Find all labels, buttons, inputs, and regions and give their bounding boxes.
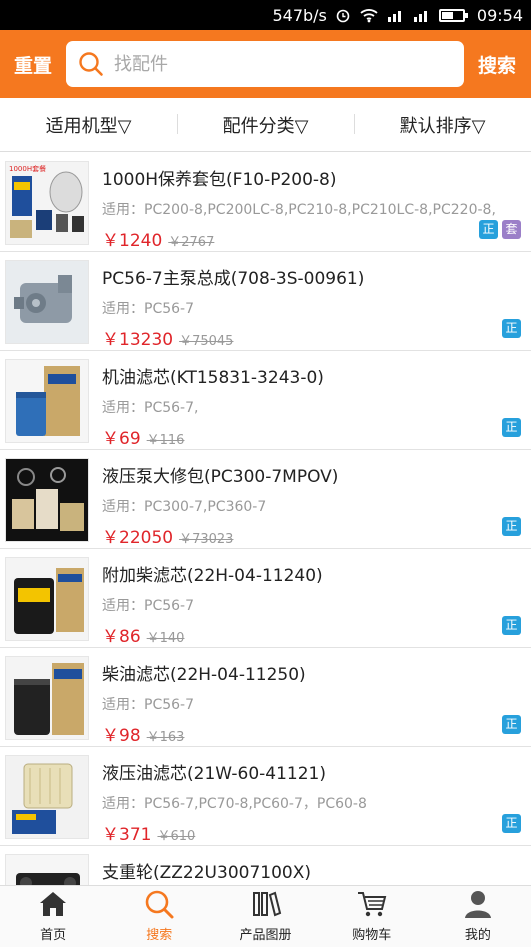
nav-home-label: 首页 (40, 928, 67, 943)
product-fitment: 适用：PC200-8,PC200LC-8,PC210-8,PC210LC-8,P… (102, 202, 496, 218)
product-item[interactable]: PC56-7主泵总成(708-3S-00961) 适用：PC56-7 ￥1323… (0, 252, 531, 351)
nav-catalog-label: 产品图册 (239, 928, 292, 943)
search-box[interactable] (66, 41, 464, 87)
product-image (5, 854, 89, 885)
product-title: PC56-7主泵总成(708-3S-00961) (102, 269, 365, 289)
product-image: 1000H套餐 (5, 161, 89, 245)
nav-catalog[interactable]: 产品图册 (212, 886, 318, 947)
genuine-badge: 正 (502, 715, 521, 734)
nav-search-label: 搜索 (146, 928, 173, 943)
product-title: 附加柴滤芯(22H-04-11240) (102, 566, 323, 586)
nav-profile-label: 我的 (464, 928, 491, 943)
genuine-badge: 正 (502, 814, 521, 833)
nav-search[interactable]: 搜索 (106, 886, 212, 947)
product-title: 机油滤芯(KT15831-3243-0) (102, 368, 324, 388)
product-fitment: 适用：PC56-7 (102, 301, 194, 317)
catalog-icon (252, 891, 281, 917)
product-fitment: 适用：PC300-7,PC360-7 (102, 499, 267, 515)
product-price: ￥371 (102, 825, 152, 845)
product-title: 液压泵大修包(PC300-7MPOV) (102, 467, 339, 487)
thumb-label: 1000H套餐 (9, 164, 46, 173)
product-original-price: ￥610 (157, 829, 196, 844)
product-image (5, 557, 89, 641)
product-original-price: ￥2767 (168, 235, 215, 250)
product-price: ￥22050 (102, 528, 174, 548)
network-speed: 547b/s (272, 5, 327, 25)
search-icon (145, 890, 174, 919)
product-item[interactable]: 支重轮(ZZ22U3007100X) (0, 846, 531, 885)
product-image (5, 755, 89, 839)
kit-badge: 套 (502, 220, 521, 239)
battery-icon (438, 8, 468, 22)
product-image (5, 260, 89, 344)
product-price: ￥98 (102, 726, 141, 746)
genuine-badge: 正 (502, 319, 521, 338)
product-fitment: 适用：PC56-7, (102, 400, 199, 416)
product-original-price: ￥140 (146, 631, 185, 646)
product-item[interactable]: 附加柴滤芯(22H-04-11240) 适用：PC56-7 ￥86 ￥140 正 (0, 549, 531, 648)
product-original-price: ￥75045 (179, 334, 234, 349)
product-fitment: 适用：PC56-7 (102, 598, 194, 614)
product-item[interactable]: 机油滤芯(KT15831-3243-0) 适用：PC56-7, ￥69 ￥116… (0, 351, 531, 450)
product-original-price: ￥116 (146, 433, 185, 448)
product-image (5, 458, 89, 542)
product-price: ￥69 (102, 429, 141, 449)
alarm-icon (335, 7, 351, 23)
product-title: 柴油滤芯(22H-04-11250) (102, 665, 306, 685)
product-item[interactable]: 液压泵大修包(PC300-7MPOV) 适用：PC300-7,PC360-7 ￥… (0, 450, 531, 549)
home-icon (40, 892, 67, 916)
genuine-badge: 正 (502, 418, 521, 437)
product-title: 液压油滤芯(21W-60-41121) (102, 764, 326, 784)
search-button[interactable]: 搜索 (464, 51, 530, 78)
genuine-badge: 正 (479, 220, 498, 239)
product-title: 支重轮(ZZ22U3007100X) (102, 863, 311, 883)
product-fitment: 适用：PC56-7 (102, 697, 194, 713)
product-title: 1000H保养套包(F10-P200-8) (102, 170, 337, 190)
genuine-badge: 正 (502, 517, 521, 536)
product-item[interactable]: 液压油滤芯(21W-60-41121) 适用：PC56-7,PC70-8,PC6… (0, 747, 531, 846)
search-header: 重置 搜索 (0, 30, 531, 98)
nav-cart[interactable]: 购物车 (319, 886, 425, 947)
product-image (5, 656, 89, 740)
product-original-price: ￥73023 (179, 532, 234, 547)
signal-icon (387, 8, 405, 22)
product-list[interactable]: 1000H套餐 1000H保养套包(F10-P200-8) 适用：PC200-8… (0, 153, 531, 885)
search-input[interactable] (114, 53, 414, 75)
product-price: ￥1240 (102, 231, 163, 251)
nav-cart-label: 购物车 (352, 928, 392, 943)
product-fitment: 适用：PC56-7,PC70-8,PC60-7，PC60-8 (102, 796, 367, 812)
nav-profile[interactable]: 我的 (425, 886, 531, 947)
filter-machine-model[interactable]: 适用机型▽ (0, 112, 177, 138)
product-item[interactable]: 1000H套餐 1000H保养套包(F10-P200-8) 适用：PC200-8… (0, 153, 531, 252)
filter-bar: 适用机型▽ 配件分类▽ 默认排序▽ (0, 98, 531, 152)
signal-2-icon (413, 8, 431, 22)
filter-category[interactable]: 配件分类▽ (177, 112, 354, 138)
product-item[interactable]: 柴油滤芯(22H-04-11250) 适用：PC56-7 ￥98 ￥163 正 (0, 648, 531, 747)
bottom-nav: 首页 搜索 产品图册 购物车 我的 (0, 885, 531, 947)
reset-button[interactable]: 重置 (0, 51, 66, 78)
product-original-price: ￥163 (146, 730, 185, 745)
cart-icon (357, 892, 386, 917)
genuine-badge: 正 (502, 616, 521, 635)
product-image (5, 359, 89, 443)
nav-home[interactable]: 首页 (0, 886, 106, 947)
status-bar: 547b/s 09:54 (0, 0, 531, 30)
product-price: ￥86 (102, 627, 141, 647)
clock: 09:54 (476, 5, 523, 25)
search-icon (79, 52, 103, 76)
wifi-icon (359, 7, 379, 23)
product-price: ￥13230 (102, 330, 174, 350)
filter-sort[interactable]: 默认排序▽ (354, 112, 531, 138)
user-icon (464, 891, 491, 918)
